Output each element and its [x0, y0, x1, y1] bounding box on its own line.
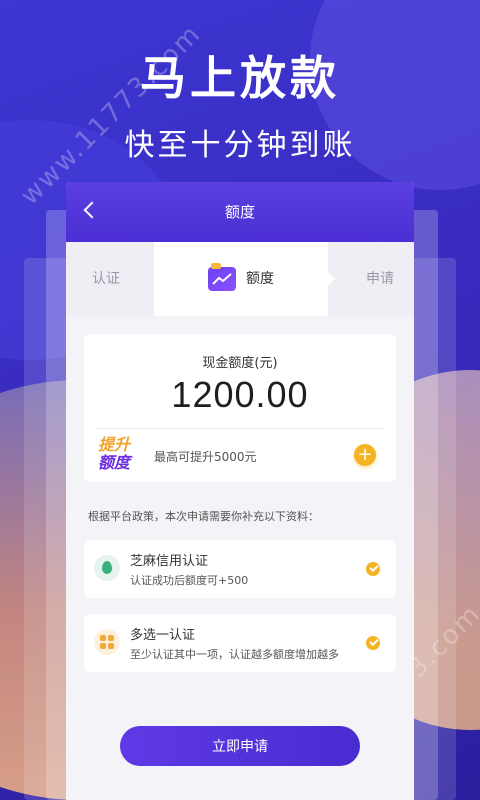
step-quota-label: 额度	[246, 271, 274, 287]
amount-label: 现金额度(元)	[202, 356, 278, 371]
plus-icon[interactable]: +	[354, 444, 376, 466]
nav-header: 额度	[66, 182, 414, 242]
item-desc: 至少认证其中一项，认证越多额度增加越多	[130, 648, 339, 661]
page-title: 额度	[224, 203, 255, 221]
quota-chart-icon	[208, 263, 236, 291]
item-title: 芝麻信用认证	[130, 554, 209, 569]
multi-choice-item[interactable]: 多选一认证 至少认证其中一项，认证越多额度增加越多	[84, 614, 396, 672]
sesame-credit-item[interactable]: 芝麻信用认证 认证成功后额度可+500	[84, 540, 396, 598]
hero-title: 马上放款	[140, 51, 340, 105]
amount-card: 现金额度(元) 1200.00 提升 额度 最高可提升5000元 +	[84, 334, 396, 482]
sesame-icon	[94, 555, 120, 581]
apps-icon	[94, 629, 120, 655]
apply-now-button[interactable]: 立即申请	[120, 726, 360, 766]
item-desc: 认证成功后额度可+500	[130, 574, 249, 587]
step-quota[interactable]: 额度	[154, 242, 335, 316]
step-apply[interactable]: 申请	[366, 242, 394, 316]
phone-screen: 额度 认证 额度 申请 现金额度(元) 1200.00 提升 额度 最高可提升5…	[66, 182, 414, 800]
step-verify[interactable]: 认证	[92, 242, 120, 316]
hero-subtitle: 快至十分钟到账	[124, 128, 356, 163]
divider	[96, 428, 384, 429]
check-icon	[366, 562, 380, 576]
raise-badge-line2: 额度	[98, 453, 131, 472]
check-icon	[366, 636, 380, 650]
notice-text: 根据平台政策，本次申请需要你补充以下资料：	[88, 510, 319, 523]
raise-quota-text: 最高可提升5000元	[154, 450, 257, 464]
raise-quota-badge: 提升 额度	[98, 436, 136, 474]
step-indicator: 认证 额度 申请	[66, 242, 414, 316]
amount-value: 1200.00	[171, 374, 309, 415]
raise-badge-line1: 提升	[98, 435, 131, 454]
item-title: 多选一认证	[130, 628, 196, 643]
